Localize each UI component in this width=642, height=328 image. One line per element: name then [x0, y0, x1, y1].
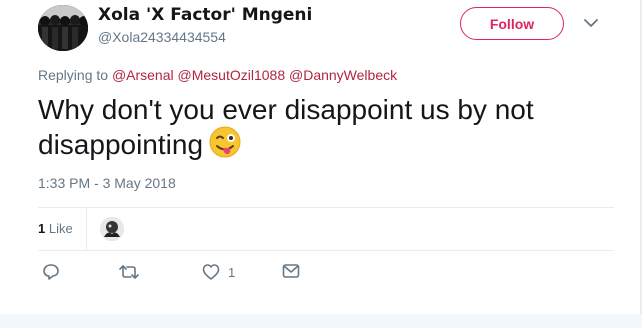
chevron-down-icon[interactable] — [582, 16, 600, 30]
timeline-gap — [0, 314, 642, 328]
direct-message-button[interactable] — [282, 263, 300, 279]
tweet-timestamp[interactable]: 1:33 PM - 3 May 2018 — [38, 175, 176, 191]
tweet-text: Why don't you ever disappoint us by not … — [38, 93, 618, 161]
reply-button[interactable] — [42, 263, 60, 281]
author-name[interactable]: Xola 'X Factor' Mngeni — [98, 5, 312, 25]
likes-count: 1 — [38, 221, 46, 236]
divider — [38, 250, 614, 251]
divider — [38, 207, 614, 208]
replying-to: Replying to @Arsenal @MesutOzil1088 @Dan… — [38, 67, 397, 83]
reply-icon — [42, 263, 60, 281]
author-avatar[interactable] — [38, 5, 88, 51]
retweet-icon — [118, 263, 140, 281]
likes-label: Like — [48, 221, 73, 236]
divider — [86, 208, 87, 250]
author-handle[interactable]: @Xola24334434554 — [98, 29, 226, 45]
envelope-icon — [282, 263, 300, 279]
like-button[interactable]: 1 — [202, 263, 235, 281]
mention-link[interactable]: @MesutOzil1088 — [178, 67, 286, 83]
winking-face-with-tongue-icon — [209, 126, 241, 158]
follow-button[interactable]: Follow — [460, 7, 564, 40]
mention-link[interactable]: @DannyWelbeck — [289, 67, 397, 83]
like-count: 1 — [228, 264, 236, 280]
liker-avatar[interactable] — [100, 217, 124, 241]
retweet-button[interactable] — [118, 263, 140, 281]
likes-summary[interactable]: 1 Like — [38, 221, 73, 236]
mention-link[interactable]: @Arsenal — [112, 67, 174, 83]
heart-icon — [202, 263, 220, 281]
replying-to-label: Replying to — [38, 67, 109, 83]
tweet-body: Why don't you ever disappoint us by not … — [38, 94, 534, 160]
